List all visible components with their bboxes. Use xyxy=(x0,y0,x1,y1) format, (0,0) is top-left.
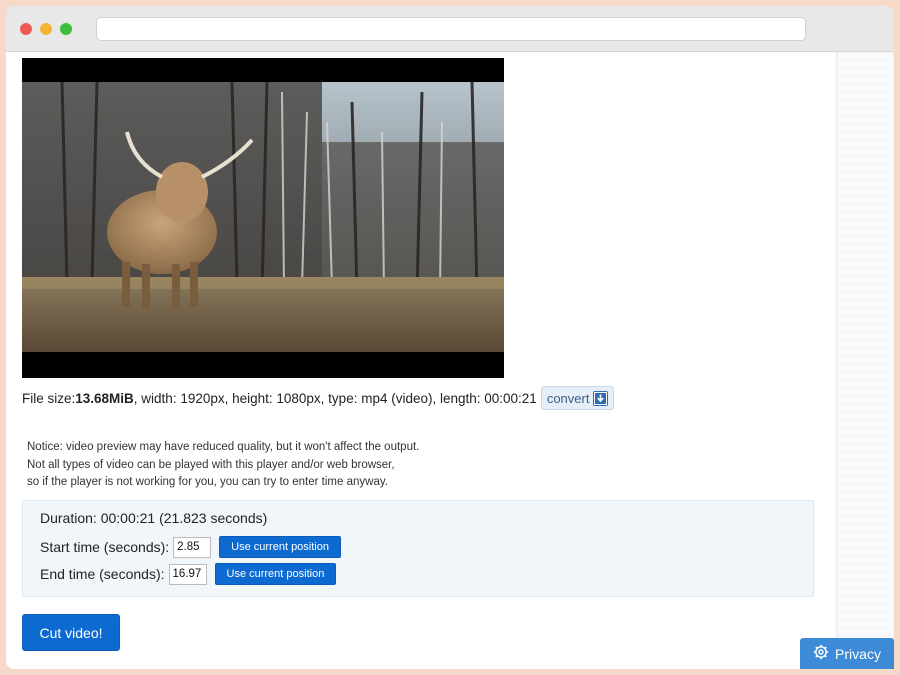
close-window-icon[interactable] xyxy=(20,23,32,35)
file-info: File size: 13.68MiB , width: 1920px, hei… xyxy=(22,386,615,410)
notice-line: Notice: video preview may have reduced q… xyxy=(27,441,420,453)
cut-video-button[interactable]: Cut video! xyxy=(22,614,120,651)
download-icon xyxy=(593,390,609,406)
convert-button[interactable]: convert xyxy=(540,386,615,410)
privacy-button[interactable]: Privacy xyxy=(800,638,894,669)
notice-line: Not all types of video can be played wit… xyxy=(27,458,395,471)
maximize-window-icon[interactable] xyxy=(60,23,72,35)
notice-line: so if the player is not working for you,… xyxy=(27,476,388,488)
start-use-current-position-button[interactable]: Use current position xyxy=(219,536,341,558)
file-size-value: 13.68MiB xyxy=(75,390,134,406)
start-time-row: Start time (seconds): Use current positi… xyxy=(40,536,341,558)
browser-window: File size: 13.68MiB , width: 1920px, hei… xyxy=(6,6,894,669)
browser-titlebar xyxy=(6,6,894,52)
end-time-label: End time (seconds): xyxy=(40,566,165,582)
notice-text: Notice: video preview may have reduced q… xyxy=(27,439,587,492)
cut-settings-panel: Duration: 00:00:21 (21.823 seconds) Star… xyxy=(22,500,814,597)
video-frame-image xyxy=(22,82,504,352)
end-time-input[interactable] xyxy=(168,563,207,585)
end-use-current-position-button[interactable]: Use current position xyxy=(214,563,337,585)
duration-text: Duration: 00:00:21 (21.823 seconds) xyxy=(40,510,268,526)
page-content: File size: 13.68MiB , width: 1920px, hei… xyxy=(6,52,836,669)
file-details: , width: 1920px, height: 1080px, type: m… xyxy=(133,390,537,406)
video-player[interactable] xyxy=(22,58,504,378)
start-time-input[interactable] xyxy=(173,536,212,558)
page-right-gutter xyxy=(836,52,894,669)
address-bar[interactable] xyxy=(96,17,806,41)
privacy-label: Privacy xyxy=(835,645,881,662)
start-time-label: Start time (seconds): xyxy=(40,539,170,555)
file-size-label: File size: xyxy=(22,390,76,406)
gear-icon xyxy=(813,644,829,663)
duration-row: Duration: 00:00:21 (21.823 seconds) xyxy=(40,510,267,526)
end-time-row: End time (seconds): Use current position xyxy=(40,563,337,585)
minimize-window-icon[interactable] xyxy=(40,23,52,35)
convert-label: convert xyxy=(546,390,590,406)
